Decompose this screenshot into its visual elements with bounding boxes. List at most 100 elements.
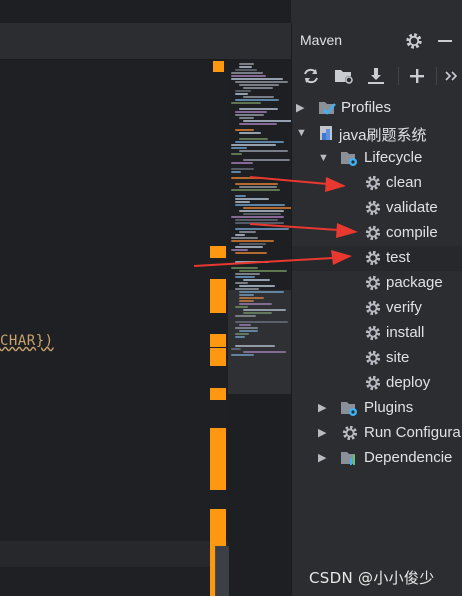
- minimap-code-line: [239, 108, 278, 110]
- gear-icon: [364, 324, 382, 342]
- tree-item-label: Dependencie: [364, 449, 453, 466]
- minimap-code-line: [235, 198, 269, 200]
- toolbar-separator: [436, 67, 437, 85]
- minimap-code-line: [231, 168, 254, 170]
- code-editor[interactable]: CHAR}): [0, 0, 296, 596]
- tree-item-label: Lifecycle: [364, 149, 423, 166]
- phase-label: package: [386, 274, 443, 291]
- minimap-code-line: [235, 252, 267, 254]
- warning-marker[interactable]: [210, 388, 226, 400]
- maven-project-icon: [318, 124, 336, 142]
- minimap-code-line: [239, 150, 288, 152]
- phase-label: site: [386, 349, 410, 366]
- gear-icon: [364, 349, 382, 367]
- lifecycle-phase-compile[interactable]: compile: [292, 221, 462, 246]
- maven-tool-window: Maven ▶ Profiles ▼ java刷题系统 ▼ Lifecycle …: [291, 23, 462, 596]
- minimap-code-line: [235, 69, 257, 71]
- gear-icon[interactable]: [404, 31, 424, 51]
- minimap-code-line: [235, 141, 284, 143]
- editor-tab-bar[interactable]: [0, 23, 291, 60]
- lifecycle-phase-test[interactable]: test: [292, 246, 462, 271]
- minimap-code-line: [231, 75, 266, 77]
- minimap-code-line: [231, 189, 280, 191]
- download-sources-icon[interactable]: [365, 66, 387, 86]
- collapse-arrow-icon[interactable]: ▼: [318, 151, 330, 165]
- minimap-code-line: [235, 234, 245, 236]
- minimap-code-line: [235, 228, 289, 230]
- lifecycle-phase-deploy[interactable]: deploy: [292, 371, 462, 396]
- warning-marker[interactable]: [210, 348, 226, 366]
- expand-arrow-icon[interactable]: ▶: [296, 101, 308, 115]
- warning-marker[interactable]: [210, 428, 226, 490]
- minimap-code-line: [231, 237, 258, 239]
- warning-marker[interactable]: [213, 61, 224, 72]
- gear-icon: [364, 249, 382, 267]
- minimap-code-line: [243, 96, 274, 98]
- minimap-code-line: [243, 120, 296, 122]
- minimap-code-line: [239, 132, 261, 134]
- minimap-code-line: [239, 123, 277, 125]
- collapse-arrow-icon[interactable]: ▼: [296, 126, 308, 140]
- tree-item-project[interactable]: ▼ java刷题系统: [292, 121, 462, 146]
- lifecycle-phase-verify[interactable]: verify: [292, 296, 462, 321]
- tree-item-dependencies[interactable]: ▶ Dependencie: [292, 446, 462, 471]
- phase-label: deploy: [386, 374, 431, 391]
- minimize-icon[interactable]: [435, 31, 455, 51]
- expand-arrow-icon[interactable]: ▶: [318, 451, 330, 465]
- tree-item-lifecycle[interactable]: ▼ Lifecycle: [292, 146, 462, 171]
- tree-item-label: Run Configura: [364, 424, 461, 441]
- lifecycle-phase-clean[interactable]: clean: [292, 171, 462, 196]
- lifecycle-folder-icon: [340, 149, 358, 167]
- minimap-code-line: [235, 222, 284, 224]
- minimap-code-line: [235, 93, 248, 95]
- minimap-code-line: [239, 285, 275, 287]
- lifecycle-phase-validate[interactable]: validate: [292, 196, 462, 221]
- phase-label: compile: [386, 224, 438, 241]
- minimap-code-line: [231, 177, 262, 179]
- tree-item-profiles[interactable]: ▶ Profiles: [292, 96, 462, 121]
- add-icon[interactable]: [406, 66, 428, 86]
- warning-marker[interactable]: [210, 279, 226, 313]
- minimap-code-line: [231, 144, 276, 146]
- warning-marker[interactable]: [210, 334, 226, 347]
- warning-marker[interactable]: [210, 246, 226, 258]
- phase-label: validate: [386, 199, 438, 216]
- reload-icon[interactable]: [300, 66, 322, 86]
- gear-icon: [364, 299, 382, 317]
- more-icon[interactable]: [443, 66, 462, 86]
- phase-label: clean: [386, 174, 422, 191]
- minimap-code-line: [231, 162, 253, 164]
- lifecycle-phase-install[interactable]: install: [292, 321, 462, 346]
- minimap-code-line: [239, 186, 277, 188]
- minimap-code-line: [231, 249, 248, 251]
- minimap-code-line: [231, 147, 247, 149]
- add-maven-project-icon[interactable]: [333, 66, 355, 86]
- editor-scrollbar-thumb[interactable]: [215, 546, 229, 596]
- minimap-code-line: [235, 261, 269, 263]
- lifecycle-phase-site[interactable]: site: [292, 346, 462, 371]
- minimap-code-line: [235, 114, 264, 116]
- minimap-code-line: [243, 207, 292, 209]
- expand-arrow-icon[interactable]: ▶: [318, 401, 330, 415]
- minimap-code-line: [243, 213, 281, 215]
- minimap-code-line: [231, 267, 258, 269]
- minimap-code-line: [235, 129, 254, 131]
- lifecycle-phase-package[interactable]: package: [292, 271, 462, 296]
- minimap-viewport[interactable]: [228, 290, 291, 394]
- current-line-highlight: [0, 541, 228, 567]
- tree-item-run-configurations[interactable]: ▶ Run Configura: [292, 421, 462, 446]
- phase-label: install: [386, 324, 425, 341]
- minimap-code-line: [231, 216, 284, 218]
- minimap-code-line: [235, 273, 260, 275]
- tree-item-label: Plugins: [364, 399, 414, 416]
- minimap-code-line: [231, 171, 241, 173]
- tree-item-plugins[interactable]: ▶ Plugins: [292, 396, 462, 421]
- minimap-code-line: [231, 240, 274, 242]
- code-text[interactable]: CHAR}): [0, 333, 54, 349]
- minimap-code-line: [239, 117, 254, 119]
- gear-icon: [364, 174, 382, 192]
- minimap-code-line: [243, 279, 270, 281]
- minimap-code-line: [239, 63, 254, 65]
- tree-item-label: Profiles: [341, 99, 392, 116]
- expand-arrow-icon[interactable]: ▶: [318, 426, 330, 440]
